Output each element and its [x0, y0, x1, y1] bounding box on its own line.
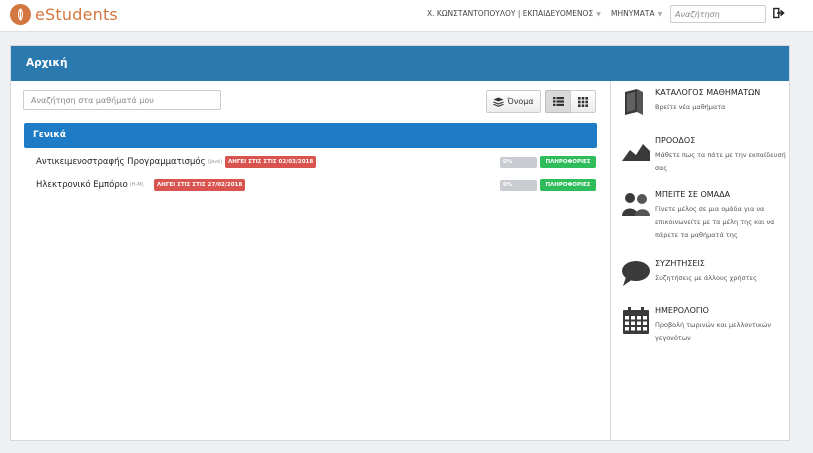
global-search-input[interactable] — [670, 5, 766, 23]
sidebar-item-title: ΚΑΤΑΛΟΓΟΣ ΜΑΘΗΜΑΤΩΝ — [655, 88, 761, 97]
sidebar-item-desc: Μάθετε πως τα πάτε με την εκπαίδευσή σας — [655, 151, 786, 172]
course-name: Αντικειμενοστραφής Προγραμματισμός — [36, 157, 206, 167]
course-link[interactable]: Ηλεκτρονικό Εμπόριο (Η-Μ) — [36, 180, 144, 190]
course-info-button[interactable]: ΠΛΗΡΟΦΟΡΙΕΣ — [540, 179, 596, 191]
book-icon — [625, 89, 643, 115]
chevron-down-icon: ▼ — [596, 10, 601, 18]
user-menu-label: Χ. ΚΩΝΣΤΑΝΤΟΠΟΥΛΟΥ | ΕΚΠΑΙΔΕΥΟΜΕΝΟΣ — [427, 9, 594, 18]
course-name: Ηλεκτρονικό Εμπόριο — [36, 180, 128, 190]
sort-label: Όνομα — [507, 97, 534, 106]
chevron-down-icon: ▼ — [657, 10, 663, 18]
sidebar-item-desc: Βρείτε νέα μαθήματα — [655, 103, 726, 111]
category-header[interactable]: Γενικά — [24, 123, 597, 148]
chat-bubble-icon — [622, 261, 650, 286]
app-name: eStudents — [35, 5, 118, 24]
sidebar-item-desc: Γίνετε μέλος σε μια ομάδα για να επικοιν… — [655, 205, 775, 239]
course-link[interactable]: Αντικειμενοστραφής Προγραμματισμός (Java) — [36, 157, 222, 167]
app-logo[interactable]: eStudents — [10, 4, 118, 25]
chart-area-icon — [622, 144, 650, 161]
course-tag: (Η-Μ) — [129, 181, 144, 188]
logo-mark-icon — [10, 4, 31, 25]
grid-view-button[interactable] — [570, 90, 596, 113]
category-title: Γενικά — [33, 130, 66, 140]
progress-text: 0% — [503, 159, 513, 165]
calendar-icon — [623, 307, 649, 334]
messages-label: ΜΗΝΥΜΑΤΑ — [611, 9, 655, 18]
main-panel: Αρχική Όνομα Γενικά Αντικειμενοστραφής Π… — [10, 45, 790, 441]
sidebar-item-desc: Συζητήσεις με άλλους χρήστες — [655, 274, 757, 282]
user-menu[interactable]: Χ. ΚΩΝΣΤΑΝΤΟΠΟΥΛΟΥ | ΕΚΠΑΙΔΕΥΟΜΕΝΟΣ ▼ — [427, 9, 601, 18]
top-navbar: eStudents Χ. ΚΩΝΣΤΑΝΤΟΠΟΥΛΟΥ | ΕΚΠΑΙΔΕΥΟ… — [0, 0, 813, 32]
progress-text: 0% — [503, 182, 513, 188]
logout-icon[interactable] — [773, 7, 785, 19]
sidebar-item-desc: Προβολή τωρινών και μελλοντικών γεγονότω… — [655, 321, 771, 342]
sidebar-item-title: ΠΡΟΟΔΟΣ — [655, 136, 696, 145]
course-tag: (Java) — [207, 158, 223, 165]
progress-bar: 0% — [500, 180, 537, 191]
messages-menu[interactable]: ΜΗΝΥΜΑΤΑ ▼ — [611, 9, 662, 18]
sidebar-item-title: ΣΥΖΗΤΗΣΕΙΣ — [655, 259, 705, 268]
users-icon — [622, 193, 650, 216]
course-info-button[interactable]: ΠΛΗΡΟΦΟΡΙΕΣ — [540, 156, 596, 168]
grid-icon — [578, 96, 588, 107]
sidebar-item-title: ΗΜΕΡΟΛΟΓΙΟ — [655, 306, 709, 315]
page-title: Αρχική — [26, 57, 68, 69]
list-view-button[interactable] — [545, 90, 571, 113]
column-divider — [610, 81, 611, 440]
sort-by-name-button[interactable]: Όνομα — [486, 90, 541, 113]
list-icon — [552, 97, 564, 106]
course-search-input[interactable] — [23, 90, 221, 110]
panel-header: Αρχική — [11, 46, 789, 81]
progress-bar: 0% — [500, 157, 537, 168]
expiry-badge: ΛΗΓΕΙ ΣΤΙΣ ΣΤΙΣ 02/03/2018 — [225, 156, 317, 168]
course-row: Ηλεκτρονικό Εμπόριο (Η-Μ) ΛΗΓΕΙ ΣΤΙΣ ΣΤΙΣ… — [24, 178, 597, 194]
course-row: Αντικειμενοστραφής Προγραμματισμός (Java)… — [24, 155, 597, 171]
expiry-badge: ΛΗΓΕΙ ΣΤΙΣ ΣΤΙΣ 27/02/2018 — [154, 179, 246, 191]
sidebar-item-title: ΜΠΕΙΤΕ ΣΕ ΟΜΑΔΑ — [655, 190, 731, 199]
stack-icon — [493, 97, 505, 107]
